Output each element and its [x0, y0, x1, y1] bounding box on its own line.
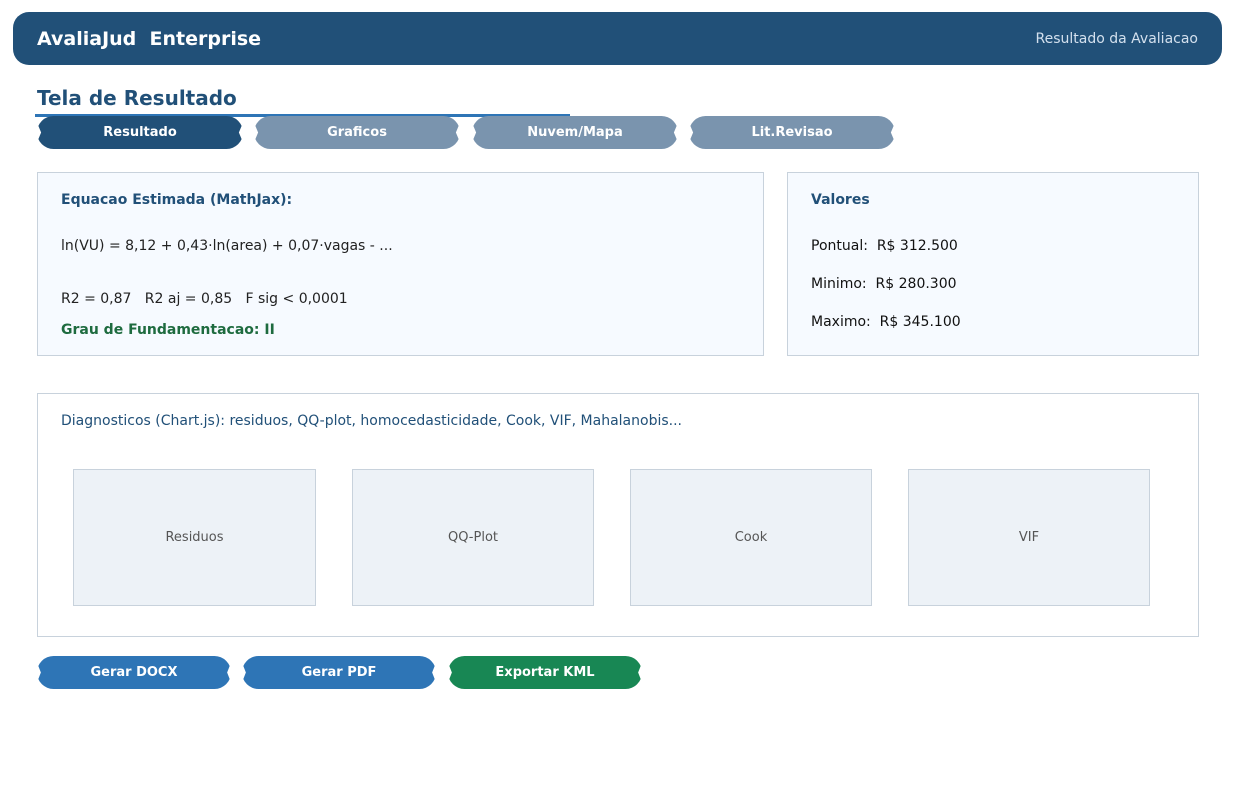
value-pontual: Pontual: R$ 312.500: [811, 238, 958, 254]
values-heading: Valores: [811, 192, 870, 208]
generate-pdf-button[interactable]: Gerar PDF: [242, 656, 436, 689]
tab-graficos[interactable]: Graficos: [254, 116, 460, 149]
value-minimo: Minimo: R$ 280.300: [811, 276, 957, 292]
equation-panel: Equacao Estimada (MathJax): ln(VU) = 8,1…: [37, 172, 764, 356]
page-title: Tela de Resultado: [37, 86, 237, 110]
chart-cook: Cook: [630, 469, 872, 606]
tab-nuvem-mapa[interactable]: Nuvem/Mapa: [472, 116, 678, 149]
value-maximo: Maximo: R$ 345.100: [811, 314, 961, 330]
tab-resultado[interactable]: Resultado: [37, 116, 243, 149]
export-kml-button[interactable]: Exportar KML: [448, 656, 642, 689]
equation-text: ln(VU) = 8,12 + 0,43·ln(area) + 0,07·vag…: [61, 238, 393, 254]
equation-heading: Equacao Estimada (MathJax):: [61, 192, 293, 208]
generate-docx-button[interactable]: Gerar DOCX: [37, 656, 231, 689]
chart-residuos: Residuos: [73, 469, 316, 606]
tab-lit-revisao[interactable]: Lit.Revisao: [689, 116, 895, 149]
diagnostics-panel: Diagnosticos (Chart.js): residuos, QQ-pl…: [37, 393, 1199, 637]
regression-stats: R2 = 0,87 R2 aj = 0,85 F sig < 0,0001: [61, 291, 348, 307]
diagnostics-note: Diagnosticos (Chart.js): residuos, QQ-pl…: [61, 413, 682, 429]
app-header: AvaliaJud Enterprise Resultado da Avalia…: [13, 12, 1222, 65]
chart-vif: VIF: [908, 469, 1150, 606]
header-subtitle: Resultado da Avaliacao: [1035, 31, 1198, 47]
app-title: AvaliaJud Enterprise: [37, 28, 262, 50]
chart-qq-plot: QQ-Plot: [352, 469, 594, 606]
grau-fundamentacao: Grau de Fundamentacao: II: [61, 322, 275, 338]
values-panel: Valores Pontual: R$ 312.500 Minimo: R$ 2…: [787, 172, 1199, 356]
